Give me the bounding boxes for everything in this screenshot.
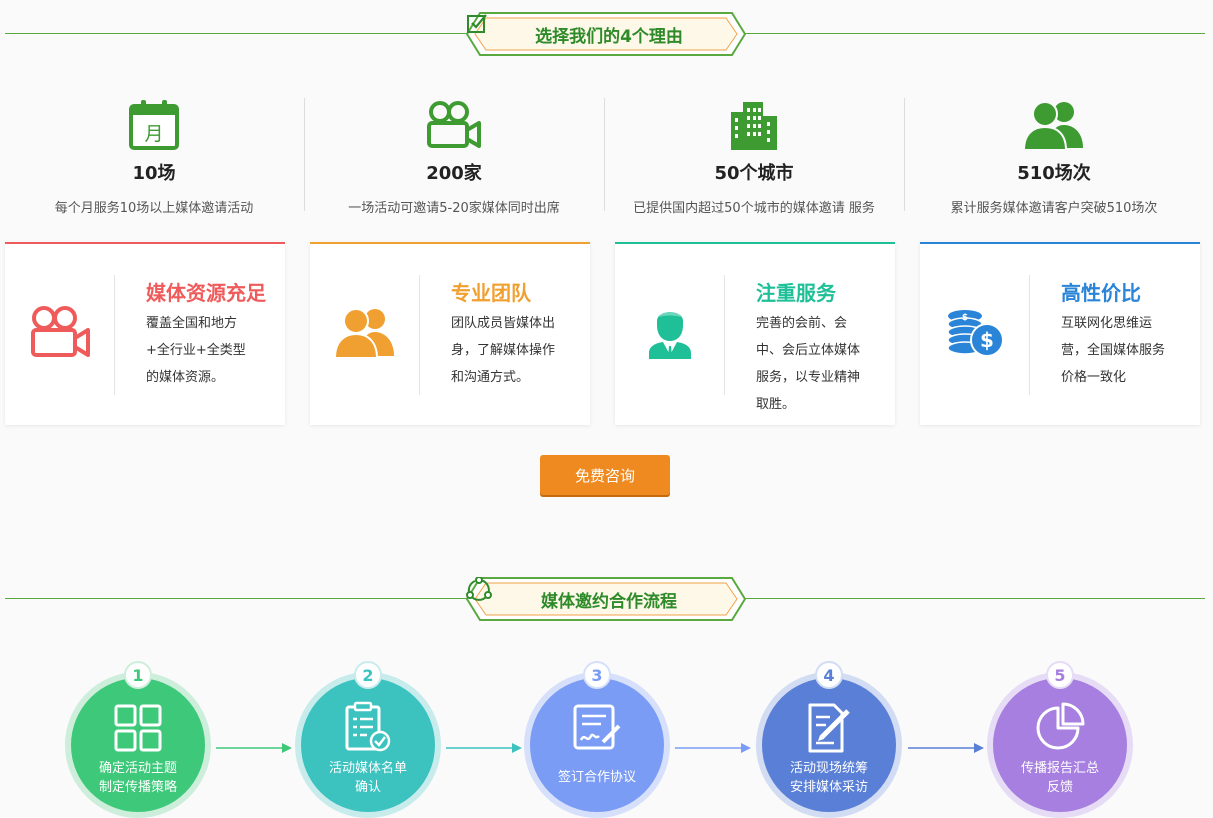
process-step-2: 活动媒体名单 确认 [295,672,445,818]
free-consult-button[interactable]: 免费咨询 [540,455,670,495]
stat-number: 510场次 [1017,163,1091,184]
stat-item-2: 200家 一场活动可邀请5-20家媒体同时出席 [304,95,604,216]
calendar-icon: 月 [4,95,304,155]
sign-document-icon [567,700,627,756]
section2-right-line [740,598,1205,599]
card-divider [419,275,420,395]
feature-card-service: 注重服务 完善的会前、会 中、会后立体媒体 服务，以专业精神 取胜。 [615,242,895,425]
feature-card-value: $ $ 高性价比 互联网化思维运 营，全国媒体服务 价格一致化 [920,242,1200,425]
card-top-bar [920,242,1200,244]
card-divider [724,275,725,395]
stat-item-1: 月 10场 每个月服务10场以上媒体邀请活动 [4,95,304,216]
step-label: 确定活动主题 制定传播策略 [98,761,177,795]
card-top-bar [310,242,590,244]
svg-text:$: $ [962,313,968,323]
process-step-5: 传播报告汇总 反馈 [987,672,1137,818]
step-arrow [216,743,292,753]
feature-desc: 团队成员皆媒体出 身，了解媒体操作 和沟通方式。 [451,316,556,385]
step-label: 活动现场统筹 安排媒体采访 [789,761,868,795]
clipboard-check-icon [338,700,398,756]
process-step-3: 签订合作协议 [524,672,674,818]
service-person-icon [635,302,705,362]
step-number-badge: 2 [354,661,382,689]
feature-card-team: 专业团队 团队成员皆媒体出 身，了解媒体操作 和沟通方式。 [310,242,590,425]
section2-left-line [5,598,470,599]
card-divider [114,275,115,395]
step-arrow [446,743,522,753]
step-number-badge: 5 [1046,661,1074,689]
section1-title: 选择我们的4个理由 [535,26,683,47]
step-label: 活动媒体名单 确认 [328,761,407,795]
stat-desc: 累计服务媒体邀请客户突破510场次 [950,201,1158,216]
users-icon [904,95,1204,155]
coins-dollar-icon: $ $ [940,302,1010,362]
section1-right-line [740,33,1205,34]
stat-desc: 一场活动可邀请5-20家媒体同时出席 [348,201,560,216]
step-label: 传播报告汇总 反馈 [1020,761,1099,795]
stat-item-4: 510场次 累计服务媒体邀请客户突破510场次 [904,95,1204,216]
stat-number: 50个城市 [714,163,794,184]
step-arrow [675,743,751,753]
edit-document-icon [799,700,859,756]
buildings-icon [604,95,904,155]
process-step-1: 确定活动主题 制定传播策略 [65,672,215,818]
feature-desc: 完善的会前、会 中、会后立体媒体 服务，以专业精神 取胜。 [756,316,861,412]
stat-item-3: 50个城市 已提供国内超过50个城市的媒体邀请 服务 [604,95,904,216]
team-icon [330,302,400,362]
section1-left-line [5,33,470,34]
step-number-badge: 1 [124,661,152,689]
step-arrow [908,743,984,753]
feature-title: 专业团队 [451,281,531,305]
step-label: 签订合作协议 [557,770,636,785]
feature-title: 媒体资源充足 [146,281,266,305]
feature-card-resources: 媒体资源充足 覆盖全国和地方 +全行业+全类型 的媒体资源。 [5,242,285,425]
section2-title: 媒体邀约合作流程 [541,591,677,612]
svg-text:$: $ [980,328,994,352]
stat-desc: 已提供国内超过50个城市的媒体邀请 服务 [633,201,875,216]
card-divider [1029,275,1030,395]
step-number-badge: 4 [815,661,843,689]
svg-text:月: 月 [144,123,163,145]
video-camera-icon [25,302,95,362]
video-camera-icon [304,95,604,155]
feature-desc: 覆盖全国和地方 +全行业+全类型 的媒体资源。 [146,316,246,385]
feature-title: 注重服务 [756,281,836,305]
grid-icon [108,700,168,756]
card-top-bar [615,242,895,244]
feature-desc: 互联网化思维运 营，全国媒体服务 价格一致化 [1061,316,1166,385]
process-step-4: 活动现场统筹 安排媒体采访 [756,672,906,818]
section2-banner: 媒体邀约合作流程 [466,577,746,621]
section1-banner: 选择我们的4个理由 [466,12,746,56]
stat-number: 200家 [426,163,482,184]
stat-number: 10场 [132,163,176,184]
stat-desc: 每个月服务10场以上媒体邀请活动 [54,201,254,216]
card-top-bar [5,242,285,244]
step-number-badge: 3 [583,661,611,689]
pie-chart-icon [1030,700,1090,756]
feature-title: 高性价比 [1061,281,1141,305]
